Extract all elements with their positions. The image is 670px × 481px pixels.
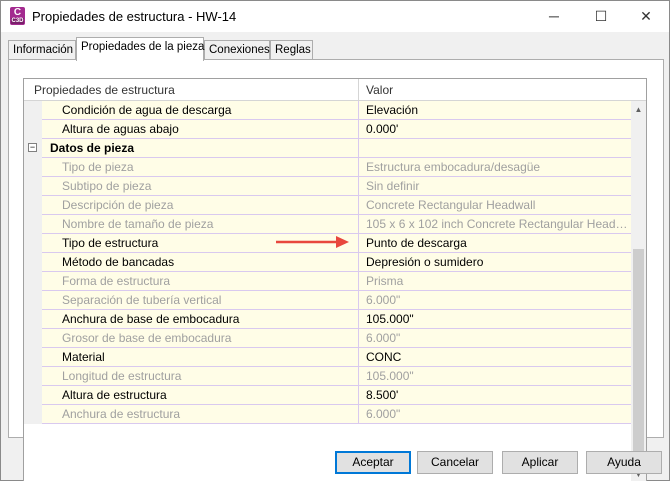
- property-name: Nombre de tamaño de pieza: [62, 217, 214, 231]
- property-row[interactable]: Material CONC: [24, 348, 631, 367]
- property-row[interactable]: Altura de aguas abajo 0.000': [24, 120, 631, 139]
- property-row[interactable]: Anchura de base de embocadura 105.000": [24, 310, 631, 329]
- property-value: Estructura embocadura/desagüe: [366, 160, 541, 174]
- close-icon: ✕: [640, 8, 652, 24]
- property-name: Subtipo de pieza: [62, 179, 152, 193]
- tab-conexiones[interactable]: Conexiones: [204, 40, 270, 60]
- property-value[interactable]: 8.500': [366, 388, 628, 402]
- property-name: Método de bancadas: [62, 255, 175, 269]
- category-row[interactable]: − Datos de pieza: [24, 139, 631, 158]
- property-row[interactable]: Separación de tubería vertical 6.000": [24, 291, 631, 310]
- property-name: Separación de tubería vertical: [62, 293, 222, 307]
- grid-rows: Condición de agua de descarga Elevación Al…: [24, 101, 631, 481]
- apply-button[interactable]: Aplicar: [502, 451, 578, 474]
- property-row[interactable]: Método de bancadas Depresión o sumidero: [24, 253, 631, 272]
- property-value: Concrete Rectangular Headwall: [366, 198, 536, 212]
- property-value[interactable]: 105.000": [366, 312, 628, 326]
- property-value: 6.000": [366, 293, 401, 307]
- property-value[interactable]: Depresión o sumidero: [366, 255, 628, 269]
- civil3d-app-icon: C C3D: [10, 7, 25, 25]
- property-value[interactable]: CONC: [366, 350, 628, 364]
- property-name: Forma de estructura: [62, 274, 171, 288]
- tab-strip: Información Propiedades de la pieza Cone…: [1, 37, 669, 61]
- property-value: Prisma: [366, 274, 404, 288]
- property-name: Grosor de base de embocadura: [62, 331, 232, 345]
- property-row[interactable]: Longitud de estructura 105.000": [24, 367, 631, 386]
- vertical-scrollbar[interactable]: ▲ ▼: [631, 101, 646, 481]
- column-header-name[interactable]: Propiedades de estructura: [34, 83, 175, 97]
- title-bar: C C3D Propiedades de estructura - HW-14 …: [1, 1, 669, 32]
- minimize-button[interactable]: ─: [531, 1, 577, 32]
- help-button[interactable]: Ayuda: [586, 451, 662, 474]
- cancel-button[interactable]: Cancelar: [417, 451, 493, 474]
- tab-propiedades-pieza[interactable]: Propiedades de la pieza: [76, 37, 204, 61]
- property-name: Altura de estructura: [62, 388, 167, 402]
- property-value: 105.000": [366, 369, 414, 383]
- property-name: Datos de pieza: [50, 141, 135, 155]
- column-header-value[interactable]: Valor: [366, 83, 393, 97]
- properties-dialog: C C3D Propiedades de estructura - HW-14 …: [0, 0, 670, 481]
- property-name: Anchura de base de embocadura: [62, 312, 240, 326]
- collapse-icon[interactable]: −: [28, 143, 37, 152]
- property-value: 6.000": [366, 331, 401, 345]
- property-row[interactable]: Altura de estructura 8.500': [24, 386, 631, 405]
- tab-informacion[interactable]: Información: [8, 40, 76, 60]
- grid-header: Propiedades de estructura Valor: [24, 79, 646, 101]
- scroll-up-arrow-icon[interactable]: ▲: [631, 101, 646, 118]
- property-row[interactable]: Nombre de tamaño de pieza 105 x 6 x 102 i…: [24, 215, 631, 234]
- property-name: Descripción de pieza: [62, 198, 174, 212]
- maximize-button[interactable]: ☐: [578, 1, 624, 32]
- property-row[interactable]: Tipo de pieza Estructura embocadura/desag…: [24, 158, 631, 177]
- window-title: Propiedades de estructura - HW-14: [32, 9, 237, 24]
- property-value[interactable]: Elevación: [366, 103, 628, 117]
- property-value: 6.000": [366, 407, 401, 421]
- property-name: Anchura de estructura: [62, 407, 181, 421]
- property-name: Altura de aguas abajo: [62, 122, 179, 136]
- property-name: Longitud de estructura: [62, 369, 182, 383]
- scroll-thumb[interactable]: [633, 249, 644, 465]
- property-value[interactable]: Punto de descarga: [366, 236, 628, 250]
- property-value[interactable]: 0.000': [366, 122, 628, 136]
- property-row[interactable]: Subtipo de pieza Sin definir: [24, 177, 631, 196]
- property-value: Sin definir: [366, 179, 420, 193]
- property-row[interactable]: Forma de estructura Prisma: [24, 272, 631, 291]
- property-row[interactable]: Grosor de base de embocadura 6.000": [24, 329, 631, 348]
- maximize-icon: ☐: [594, 8, 608, 24]
- property-name: Condición de agua de descarga: [62, 103, 232, 117]
- property-row[interactable]: Descripción de pieza Concrete Rectangular…: [24, 196, 631, 215]
- property-value: 105 x 6 x 102 inch Concrete Rectangular …: [366, 217, 628, 231]
- property-name: Tipo de pieza: [62, 160, 134, 174]
- annotation-arrow-icon: [276, 236, 349, 248]
- property-row[interactable]: Anchura de estructura 6.000": [24, 405, 631, 424]
- close-button[interactable]: ✕: [623, 1, 669, 32]
- property-name: Material: [62, 350, 105, 364]
- accept-button[interactable]: Aceptar: [335, 451, 411, 474]
- property-row[interactable]: Condición de agua de descarga Elevación: [24, 101, 631, 120]
- property-grid: Propiedades de estructura Valor Condició…: [23, 78, 647, 481]
- minimize-icon: ─: [549, 8, 559, 24]
- tab-reglas[interactable]: Reglas: [270, 40, 313, 60]
